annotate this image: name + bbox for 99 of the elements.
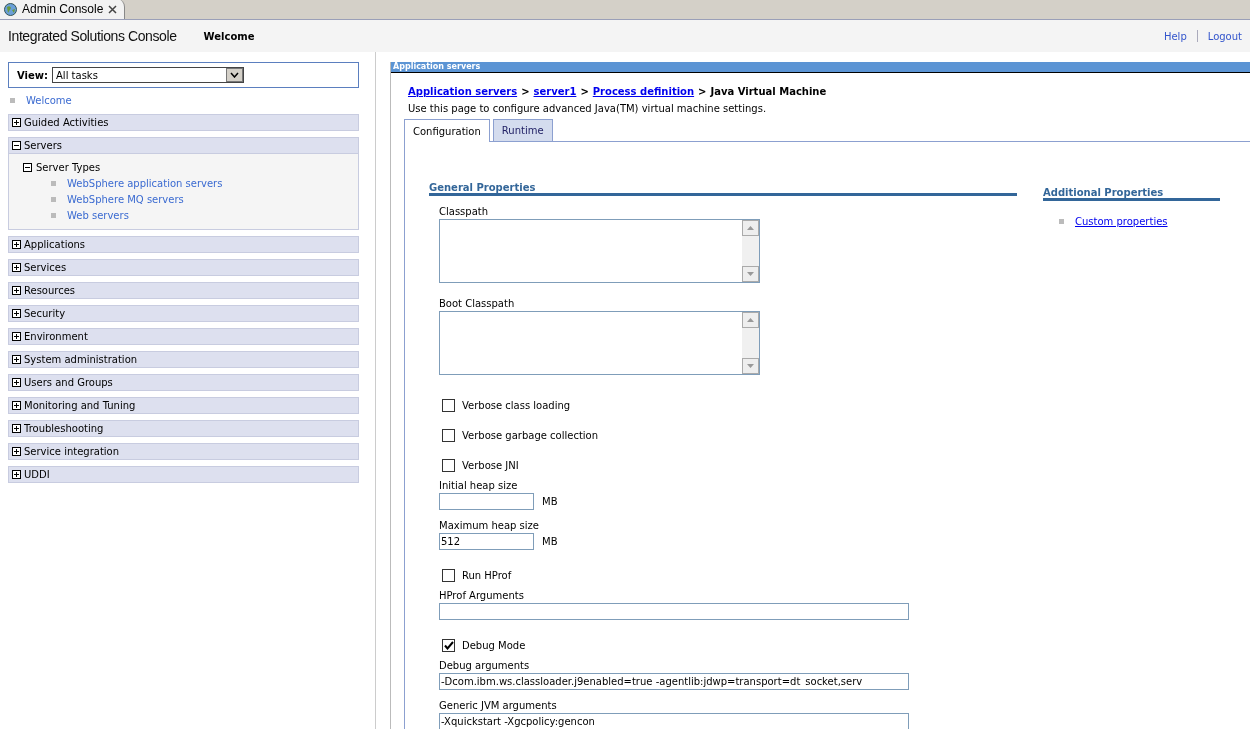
custom-properties-link[interactable]: Custom properties	[1075, 216, 1168, 227]
field-label: Generic JVM arguments	[439, 700, 558, 713]
nav-section[interactable]: System administration	[8, 351, 359, 368]
view-label: View:	[17, 69, 48, 81]
checkbox[interactable]	[442, 428, 455, 442]
breadcrumb-current: Java Virtual Machine	[710, 86, 827, 97]
expand-icon[interactable]	[12, 240, 21, 249]
breadcrumb-link[interactable]: Process definition	[592, 86, 695, 97]
breadcrumb-separator: >	[521, 86, 530, 97]
section-label: Environment	[24, 331, 88, 342]
checkbox[interactable]	[442, 398, 455, 412]
checkbox-label: Verbose class loading	[462, 399, 571, 411]
section-title: Additional Properties	[1043, 187, 1220, 201]
nav-link[interactable]: WebSphere MQ servers	[67, 193, 184, 205]
input-field[interactable]: -Dcom.ibm.ws.classloader.j9enabled=true -agentlib:jdwp=transport=dt_socket,serv	[439, 673, 909, 690]
unit-label: MB	[542, 536, 558, 547]
breadcrumb-link[interactable]: Application servers	[408, 86, 518, 97]
section-label: Servers	[24, 140, 62, 151]
bullet-icon	[10, 97, 15, 103]
field-label: Boot Classpath	[439, 298, 516, 311]
expand-icon[interactable]	[12, 118, 21, 127]
section-title: General Properties	[429, 182, 1017, 196]
page-title: Welcome	[203, 30, 256, 42]
nav-link[interactable]: Web servers	[67, 209, 129, 221]
field-label: Classpath	[439, 206, 490, 219]
section-label: Security	[24, 308, 66, 319]
nav-section[interactable]: Guided Activities	[8, 114, 359, 131]
field-label: Maximum heap size	[439, 520, 540, 533]
collapse-icon[interactable]	[23, 162, 32, 172]
nav-section[interactable]: UDDI	[8, 466, 359, 483]
tab[interactable]: Configuration	[404, 119, 490, 142]
section-label: Troubleshooting	[24, 423, 104, 434]
nav-section[interactable]: Applications	[8, 236, 359, 253]
field-label: Debug arguments	[439, 660, 531, 673]
section-label: Guided Activities	[24, 117, 109, 128]
section-label: Applications	[24, 239, 86, 250]
expand-icon[interactable]	[12, 447, 21, 456]
breadcrumb-separator: >	[580, 86, 589, 97]
section-label: Monitoring and Tuning	[24, 400, 136, 411]
expand-icon[interactable]	[12, 263, 21, 272]
bullet-icon	[1059, 219, 1064, 224]
unit-label: MB	[542, 496, 558, 507]
tree-label: Server Types	[36, 161, 101, 173]
input-field[interactable]	[439, 603, 909, 620]
expand-icon[interactable]	[12, 332, 21, 341]
expand-icon[interactable]	[12, 286, 21, 295]
checkbox[interactable]	[442, 568, 455, 582]
view-select[interactable]: All tasks	[52, 67, 244, 83]
expand-icon[interactable]	[12, 309, 21, 318]
bullet-icon	[51, 180, 56, 186]
nav-section[interactable]: Users and Groups	[8, 374, 359, 391]
close-icon[interactable]	[108, 4, 118, 14]
bullet-icon	[51, 212, 56, 218]
nav-link[interactable]: WebSphere application servers	[67, 177, 223, 189]
nav-section[interactable]: Resources	[8, 282, 359, 299]
page-description: Use this page to configure advanced Java(TM) virtual machine settings.	[408, 103, 768, 114]
nav-section[interactable]: Security	[8, 305, 359, 322]
nav-section[interactable]: Servers	[8, 137, 359, 154]
section-label: Services	[24, 262, 67, 273]
tab-title: Admin Console	[22, 2, 104, 16]
nav-section[interactable]: Environment	[8, 328, 359, 345]
checkbox-label: Verbose JNI	[462, 459, 519, 471]
checkbox-label: Debug Mode	[462, 639, 526, 651]
expand-icon[interactable]	[12, 401, 21, 410]
section-label: Users and Groups	[24, 377, 113, 388]
nav-section[interactable]: Services	[8, 259, 359, 276]
breadcrumb-link[interactable]: server1	[533, 86, 577, 97]
checkbox[interactable]	[442, 458, 455, 472]
bullet-icon	[51, 196, 56, 202]
expand-icon[interactable]	[12, 378, 21, 387]
nav-section[interactable]: Service integration	[8, 443, 359, 460]
collapse-icon[interactable]	[12, 141, 21, 150]
breadcrumb-separator: >	[698, 86, 707, 97]
input-field[interactable]	[439, 493, 534, 510]
nav-section[interactable]: Monitoring and Tuning	[8, 397, 359, 414]
expand-icon[interactable]	[12, 470, 21, 479]
product-title: Integrated Solutions Console	[8, 28, 177, 44]
section-label: UDDI	[24, 469, 50, 480]
section-label: Resources	[24, 285, 76, 296]
panel-title: Application servers	[391, 62, 1250, 73]
checkbox[interactable]	[442, 638, 455, 652]
nav-section[interactable]: Troubleshooting	[8, 420, 359, 437]
tab[interactable]: Runtime	[492, 119, 553, 142]
header-link[interactable]: Help	[1163, 30, 1187, 42]
field-label: Initial heap size	[439, 480, 519, 493]
section-label: Service integration	[24, 446, 120, 457]
checkbox-label: Run HProf	[462, 569, 512, 581]
expand-icon[interactable]	[12, 424, 21, 433]
input-field[interactable]: 512	[439, 533, 534, 550]
browser-tab[interactable]: Admin Console	[0, 0, 125, 19]
header-link[interactable]: Logout	[1207, 30, 1242, 42]
section-label: System administration	[24, 354, 138, 365]
field-label: HProf Arguments	[439, 590, 525, 603]
tree-node[interactable]: Server Types	[23, 159, 358, 175]
nav-link[interactable]: Welcome	[26, 94, 72, 106]
expand-icon[interactable]	[12, 355, 21, 364]
checkbox-label: Verbose garbage collection	[462, 429, 599, 441]
globe-icon	[4, 2, 17, 16]
input-field[interactable]: -Xquickstart -Xgcpolicy:gencon	[439, 713, 909, 729]
